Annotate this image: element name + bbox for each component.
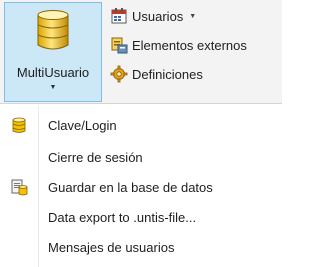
chevron-down-icon: ▼ (49, 84, 57, 91)
definiciones-label: Definiciones (132, 66, 203, 82)
external-elements-icon (111, 37, 128, 54)
menu-item-clave-login[interactable]: Clave/Login (0, 111, 282, 139)
menu-item-data-export[interactable]: Data export to .untis-file... (0, 203, 282, 231)
menu-item-label: Cierre de sesión (48, 149, 143, 165)
menu-item-label: Data export to .untis-file... (48, 209, 197, 225)
ribbon-group: MultiUsuario ▼ Usuarios ▼ Elementos exte… (0, 0, 282, 104)
menu-item-label: Mensajes de usuarios (48, 239, 175, 255)
users-calendar-icon (111, 8, 127, 24)
menu-item-guardar-base-datos[interactable]: Guardar en la base de datos (0, 173, 282, 201)
elementos-externos-button[interactable]: Elementos externos (110, 33, 247, 57)
usuarios-label: Usuarios (132, 8, 184, 24)
usuarios-button[interactable]: Usuarios ▼ (110, 4, 196, 28)
multiusuario-label: MultiUsuario (16, 65, 90, 80)
multiusuario-button[interactable]: MultiUsuario ▼ (4, 2, 102, 102)
chevron-down-icon: ▼ (189, 12, 197, 20)
menu-item-label: Guardar en la base de datos (48, 179, 213, 195)
database-icon (37, 10, 69, 50)
save-to-database-icon (11, 179, 28, 196)
menu-item-mensajes-usuarios[interactable]: Mensajes de usuarios (0, 233, 282, 261)
menu-item-cierre-sesion[interactable]: Cierre de sesión (0, 143, 282, 171)
dropdown-menu: Clave/Login Cierre de sesión Guardar en … (0, 105, 282, 267)
elementos-externos-label: Elementos externos (132, 37, 247, 53)
definiciones-button[interactable]: Definiciones (110, 62, 203, 86)
gear-icon (110, 65, 128, 83)
database-icon (12, 117, 26, 133)
menu-item-label: Clave/Login (48, 117, 117, 133)
